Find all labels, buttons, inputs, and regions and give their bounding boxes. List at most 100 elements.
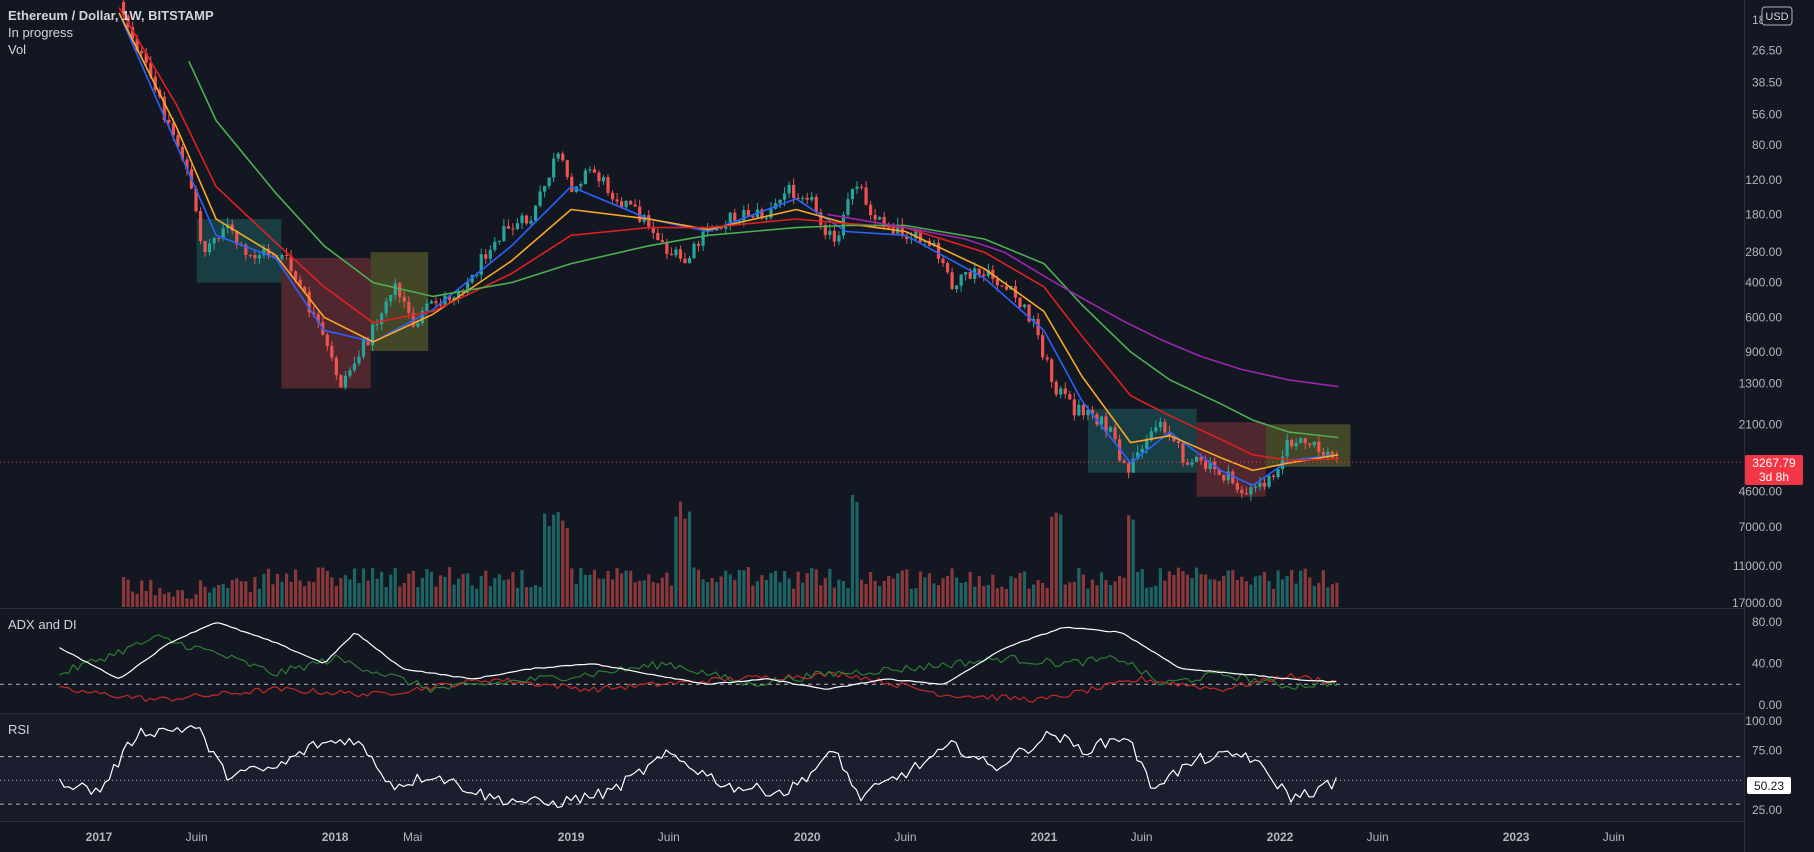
price-tick-label: 600.00 — [1745, 310, 1782, 324]
volume-bar — [837, 579, 841, 607]
time-tick-label: Juin — [186, 830, 208, 844]
volume-bar — [1194, 567, 1199, 607]
volume-bar — [131, 591, 135, 607]
volume-bar — [597, 578, 601, 607]
volume-bar — [1013, 578, 1018, 607]
volume-bar — [506, 579, 511, 607]
candle-body — [1321, 452, 1325, 456]
currency-button[interactable]: USD — [1761, 6, 1793, 26]
volume-bar — [896, 573, 900, 607]
volume-legend[interactable]: Vol — [8, 42, 26, 57]
volume-bar — [180, 590, 185, 607]
volume-bar — [1004, 588, 1009, 607]
candle-body — [887, 227, 891, 229]
volume-bar — [457, 578, 461, 607]
candle-body — [429, 301, 434, 304]
candle-body — [339, 375, 343, 388]
volume-bar — [932, 583, 936, 607]
volume-bar — [207, 592, 212, 607]
volume-bar — [411, 570, 415, 607]
symbol-title[interactable]: Ethereum / Dollar, 1W, BITSTAMP — [8, 8, 214, 23]
volume-bar — [1231, 570, 1235, 607]
volume-bar — [1000, 586, 1004, 607]
adx-legend[interactable]: ADX and DI — [8, 617, 77, 632]
volume-bar — [760, 575, 764, 607]
price-tick-label: 4600.00 — [1739, 484, 1783, 498]
candle-body — [1249, 487, 1253, 495]
volume-bar — [1190, 577, 1194, 607]
volume-bar — [235, 578, 239, 607]
chart-canvas[interactable]: 18.5026.5038.5056.0080.00120.00180.00280… — [0, 0, 1814, 852]
candle-body — [217, 238, 221, 240]
price-tick-label: 1300.00 — [1739, 376, 1783, 390]
candle-body — [561, 153, 565, 161]
candle-body — [968, 272, 972, 279]
candle-body — [375, 324, 379, 326]
candle-body — [837, 235, 841, 242]
volume-bar — [810, 567, 814, 607]
candle-body — [1290, 439, 1294, 447]
volume-bar — [470, 585, 474, 607]
candle-body — [669, 253, 673, 256]
volume-bar — [660, 577, 664, 607]
candle-body — [588, 169, 592, 171]
candle-body — [1063, 388, 1067, 395]
price-tick-label: 120.00 — [1745, 173, 1782, 187]
volume-bar — [624, 570, 628, 607]
candle-body — [864, 187, 868, 205]
volume-bar — [1253, 576, 1258, 607]
volume-bar — [1213, 579, 1217, 607]
volume-bar — [583, 574, 587, 607]
volume-bar — [733, 579, 737, 607]
volume-bar — [533, 585, 538, 607]
candle-body — [1308, 443, 1312, 446]
volume-bar — [706, 582, 710, 607]
volume-bar — [610, 579, 615, 607]
volume-bar — [927, 573, 932, 607]
rsi-legend[interactable]: RSI — [8, 722, 30, 737]
volume-bar — [330, 577, 334, 607]
volume-bar — [547, 526, 551, 607]
adx-tick-label: 80.00 — [1752, 615, 1782, 629]
volume-bar — [343, 575, 348, 607]
candle-body — [859, 186, 864, 188]
volume-bar — [796, 571, 800, 607]
volume-bar — [1099, 572, 1104, 607]
candle-body — [733, 212, 737, 222]
candle-body — [787, 184, 791, 194]
candle-body — [832, 230, 836, 242]
candle-body — [497, 240, 501, 242]
currency-button-label[interactable]: USD — [1765, 11, 1788, 23]
rsi-tick-label: 75.00 — [1752, 744, 1782, 758]
volume-bar — [891, 578, 895, 607]
candle-body — [1271, 475, 1276, 478]
volume-bar — [334, 586, 338, 607]
volume-bar — [253, 577, 257, 607]
volume-bar — [556, 511, 560, 607]
candle-body — [678, 249, 683, 259]
volume-bar — [1199, 574, 1203, 607]
price-tick-label: 2100.00 — [1739, 417, 1783, 431]
volume-bar — [601, 578, 606, 607]
candle-body — [936, 242, 941, 259]
candle-body — [606, 177, 610, 193]
volume-bar — [502, 580, 506, 607]
adx-pane — [0, 609, 1744, 713]
volume-bar — [724, 570, 728, 607]
candle-body — [579, 184, 583, 187]
candle-body — [140, 51, 144, 54]
candle-body — [1299, 438, 1303, 443]
status-text: In progress — [8, 25, 74, 40]
volume-bar — [728, 574, 732, 607]
candle-body — [982, 274, 986, 277]
candle-body — [687, 258, 692, 264]
candle-body — [647, 215, 651, 227]
candle-body — [1072, 399, 1076, 416]
candle-body — [850, 189, 855, 200]
volume-bar — [887, 575, 891, 607]
candle-body — [1004, 286, 1009, 290]
candle-body — [1054, 381, 1058, 395]
candle-body — [701, 231, 705, 246]
adx-pane-bg — [0, 609, 1744, 713]
candle-body — [398, 283, 402, 297]
